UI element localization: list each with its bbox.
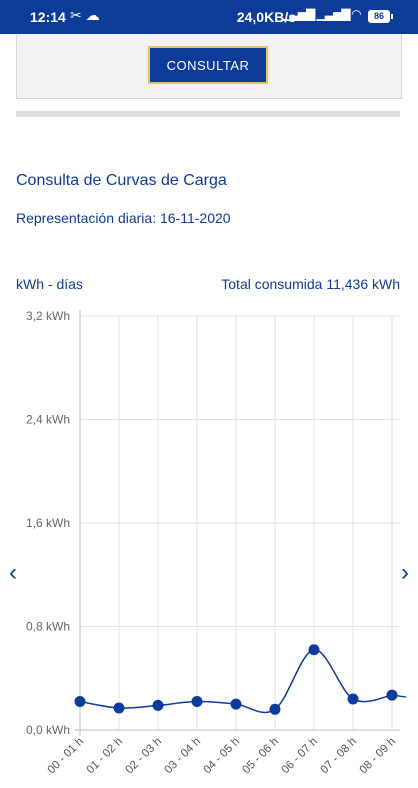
y-tick-label: 2,4 kWh — [26, 413, 70, 427]
x-tick-label: 07 - 08 h — [319, 736, 360, 777]
section-divider — [16, 111, 400, 117]
x-tick-label: 06 - 07 h — [280, 736, 321, 777]
status-time: 12:14 — [30, 9, 66, 25]
status-bar: 12:14 ✂ ☁ 24,0KB/s ▁▃▅▇ ▁▃▅▇ ◠ 86 — [0, 0, 418, 34]
chevron-left-icon[interactable]: ‹ — [3, 560, 23, 586]
x-tick-label: 02 - 03 h — [124, 736, 165, 777]
x-tick-label: 03 - 04 h — [163, 736, 204, 777]
x-tick-label: 00 - 01 h — [46, 736, 87, 777]
data-point[interactable] — [230, 698, 242, 710]
consult-button[interactable]: CONSULTAR — [148, 46, 268, 84]
data-point[interactable] — [308, 644, 320, 656]
date-subtitle: Representación diaria: 16-11-2020 — [16, 210, 231, 226]
total-consumed-label: Total consumida 11,436 kWh — [221, 276, 400, 292]
x-tick-label: 01 - 02 h — [85, 736, 126, 777]
load-curve-chart: 0,0 kWh 0,8 kWh 1,6 kWh 2,4 kWh 3,2 kWh 00 - … — [26, 309, 407, 777]
data-point[interactable] — [191, 696, 203, 708]
x-tick-label: 08 - 09 h — [358, 736, 399, 777]
x-tick-label: 05 - 06 h — [241, 736, 282, 777]
data-point[interactable] — [113, 702, 125, 714]
signal-wifi-icon: ▁▃▅▇ ▁▃▅▇ ◠ — [281, 7, 361, 21]
data-point[interactable] — [386, 689, 398, 701]
y-tick-label: 1,6 kWh — [26, 516, 70, 530]
x-tick-label: 04 - 05 h — [202, 736, 243, 777]
battery-icon: 86 — [368, 10, 393, 23]
data-point[interactable] — [347, 693, 359, 705]
page-title: Consulta de Curvas de Carga — [16, 172, 227, 189]
data-point[interactable] — [152, 699, 164, 711]
chevron-right-icon[interactable]: › — [395, 560, 415, 586]
y-tick-label: 3,2 kWh — [26, 309, 70, 323]
series-line — [79, 649, 407, 714]
notification-icons: ✂ ☁ — [70, 7, 100, 23]
data-point[interactable] — [269, 703, 281, 715]
y-tick-label: 0,8 kWh — [26, 620, 70, 634]
chart-unit-label: kWh - días — [16, 276, 83, 292]
y-tick-label: 0,0 kWh — [26, 723, 70, 737]
query-form-panel: CONSULTAR — [16, 34, 402, 99]
data-point[interactable] — [74, 696, 86, 708]
